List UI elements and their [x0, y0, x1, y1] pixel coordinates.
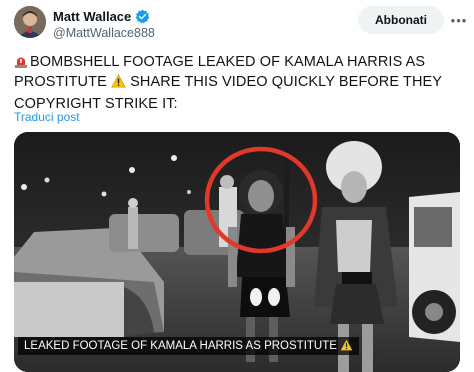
author-name-row: Matt Wallace	[53, 9, 150, 24]
verified-badge-icon	[135, 9, 150, 24]
warning-icon	[111, 74, 126, 94]
caption-warning-icon	[340, 339, 353, 354]
avatar-image	[14, 6, 46, 38]
follow-button[interactable]: Abbonati	[358, 6, 444, 34]
siren-icon	[14, 54, 28, 68]
video-media[interactable]	[14, 132, 460, 372]
author-handle[interactable]: @MattWallace888	[53, 26, 155, 40]
video-caption-text: LEAKED FOOTAGE OF KAMALA HARRIS AS PROST…	[24, 340, 337, 352]
post-text: BOMBSHELL FOOTAGE LEAKED OF KAMALA HARRI…	[14, 52, 460, 114]
author-name[interactable]: Matt Wallace	[53, 9, 131, 24]
video-frame-image	[14, 132, 460, 372]
translate-post-link[interactable]: Traduci post	[14, 110, 80, 124]
more-dots-icon[interactable]: •••	[450, 10, 468, 30]
video-caption: LEAKED FOOTAGE OF KAMALA HARRIS AS PROST…	[18, 337, 359, 355]
avatar[interactable]	[14, 6, 46, 38]
